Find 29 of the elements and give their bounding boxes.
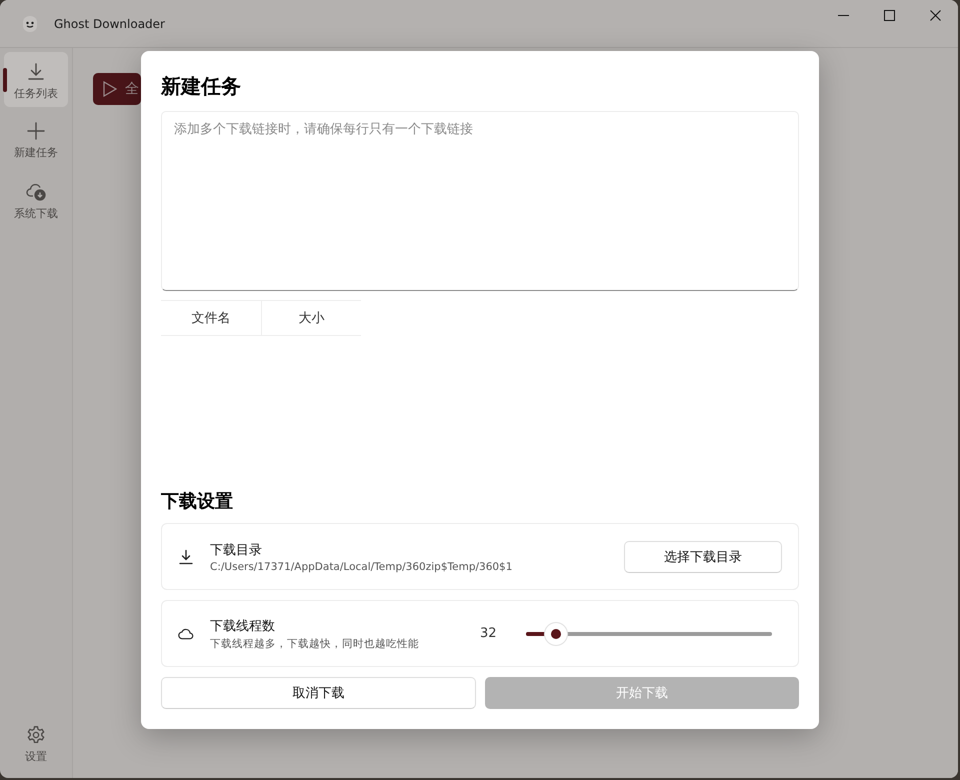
cloud-icon [178, 627, 194, 640]
settings-icon [26, 725, 46, 745]
column-header: 文件名 [190, 310, 232, 328]
window-title: Ghost Downloader [54, 16, 166, 30]
setting-description: C:/Users/17371/AppData/Local/Temp/360zip$Temp/360$1 [210, 560, 514, 572]
thread-slider[interactable] [526, 622, 772, 644]
ghost-logo-icon [20, 14, 40, 34]
maximize-icon [884, 10, 894, 21]
sidebar-item[interactable]: 任务列表 [4, 52, 68, 107]
sidebar-item[interactable]: 系统下载 [4, 170, 68, 227]
setting-title: 下载目录 [210, 542, 263, 558]
plus-icon [26, 121, 46, 141]
links-field[interactable]: 添加多个下载链接时，请确保每行只有一个下载链接 [161, 111, 799, 291]
cancel-button[interactable]: 取消下载 [161, 677, 476, 709]
section-title: 下载设置 [161, 490, 234, 514]
dialog-title: 新建任务 [161, 73, 242, 100]
column-header: 大小 [260, 301, 361, 335]
sidebar-item[interactable]: 新建任务 [4, 111, 68, 166]
sidebar-item[interactable]: 设置 [4, 715, 68, 770]
download-icon [26, 62, 46, 82]
slider-value: 32 [480, 626, 498, 641]
close-icon [930, 10, 940, 21]
setting-title: 下载线程数 [210, 618, 276, 634]
download-icon [178, 548, 194, 564]
choose-folder-button[interactable]: 选择下载目录 [624, 540, 782, 572]
setting-description: 下载线程越多，下载越快，同时也越吃性能 [210, 636, 420, 650]
start-all-button[interactable]: 全 [93, 73, 141, 105]
play-icon [103, 81, 117, 97]
slider-thumb[interactable] [544, 622, 567, 644]
